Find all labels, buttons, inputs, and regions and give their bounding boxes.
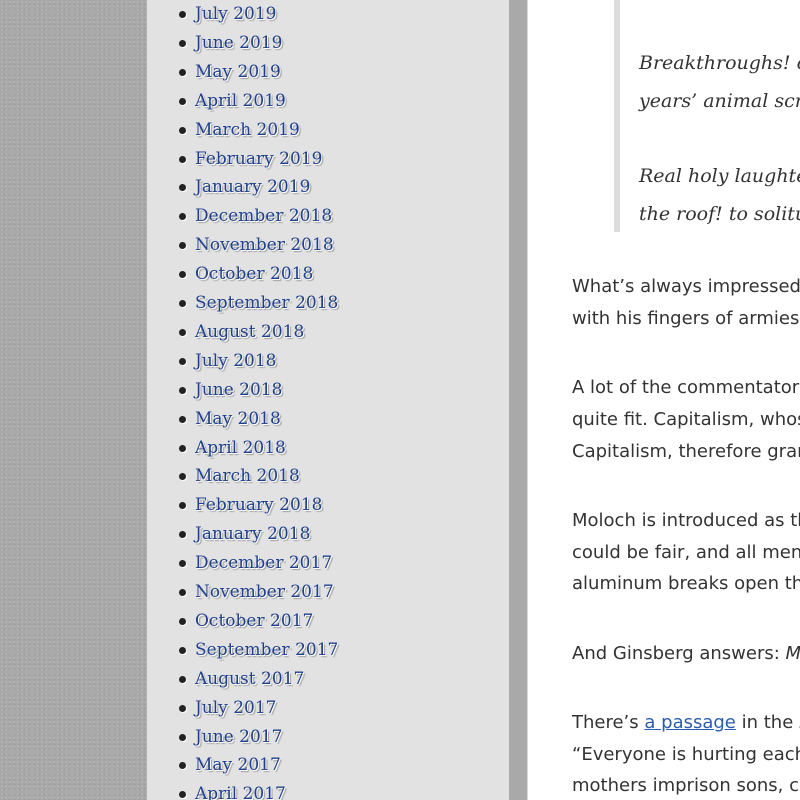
bullet-icon (179, 357, 186, 365)
article-content: Breakthroughs! ov years’ animal screa Re… (527, 0, 800, 800)
paragraph-text: There’s (572, 712, 645, 733)
bullet-icon (179, 675, 186, 683)
archive-month-link[interactable]: August 2017 (195, 665, 304, 694)
paragraph-line: Moloch is introduced as th (572, 510, 800, 531)
paragraph-line: mothers imprison sons, cl (572, 775, 800, 796)
archive-month-link[interactable]: July 2018 (195, 347, 276, 376)
archive-month-link[interactable]: December 2017 (195, 549, 332, 578)
archive-month-link[interactable]: August 2018 (195, 318, 304, 347)
archive-month-link[interactable]: April 2017 (195, 780, 286, 800)
bullet-icon (179, 155, 186, 163)
bullet-icon (179, 560, 186, 568)
archive-month-link[interactable]: June 2019 (195, 29, 282, 58)
bullet-icon (179, 762, 186, 770)
archive-month-link[interactable]: September 2017 (195, 636, 338, 665)
paragraph-line: There’s a passage in the P (572, 712, 800, 733)
archive-month-link[interactable]: June 2018 (195, 376, 282, 405)
bullet-icon (179, 328, 186, 336)
archive-month-link[interactable]: November 2018 (195, 231, 334, 260)
archive-month-link[interactable]: October 2017 (195, 607, 313, 636)
archive-month-link[interactable]: April 2018 (195, 434, 286, 463)
bullet-icon (179, 11, 186, 18)
bullet-icon (179, 184, 186, 192)
bullet-icon (179, 791, 186, 799)
archive-month-link[interactable]: May 2019 (195, 58, 281, 87)
bullet-icon (179, 733, 186, 741)
archive-sidebar: July 2019 June 2019 May 2019 April 2019 Marc… (147, 0, 510, 800)
bullet-icon (179, 617, 186, 625)
paragraph-line: Capitalism, therefore gran (572, 441, 800, 462)
column-gutter (509, 0, 527, 800)
bullet-icon (179, 704, 186, 712)
blockquote-border (614, 0, 620, 232)
bullet-icon (179, 473, 186, 481)
bullet-icon (179, 68, 186, 76)
archive-month-link[interactable]: February 2018 (195, 491, 322, 520)
quote-line: years’ animal screa (639, 90, 800, 112)
paragraph-text: And Ginsberg answers: (572, 643, 786, 664)
bullet-icon (179, 126, 186, 134)
bullet-icon (179, 444, 186, 452)
archive-month-link[interactable]: May 2017 (195, 751, 281, 780)
paragraph-line: What’s always impressed (572, 276, 800, 297)
bullet-icon (179, 39, 186, 47)
paragraph-line: “Everyone is hurting each (572, 744, 800, 765)
paragraph-line: aluminum breaks open th (572, 573, 800, 594)
archive-month-link[interactable]: December 2018 (195, 202, 332, 231)
archive-month-link[interactable]: July 2019 (195, 0, 276, 29)
bullet-icon (179, 271, 186, 279)
archive-month-link[interactable]: May 2018 (195, 405, 281, 434)
bullet-icon (179, 300, 186, 307)
archive-month-link[interactable]: June 2017 (195, 723, 282, 752)
archive-month-link[interactable]: March 2019 (195, 116, 300, 145)
bullet-icon (179, 415, 186, 423)
quote-line: Breakthroughs! ov (639, 52, 800, 74)
bullet-icon (179, 242, 186, 250)
bullet-icon (179, 646, 186, 654)
archive-month-link[interactable]: April 2019 (195, 87, 286, 116)
bullet-icon (179, 386, 186, 394)
bullet-icon (179, 213, 186, 221)
archive-month-link[interactable]: January 2018 (195, 520, 310, 549)
archive-month-link[interactable]: October 2018 (195, 260, 313, 289)
archive-month-link[interactable]: February 2019 (195, 145, 322, 174)
bullet-icon (179, 531, 186, 539)
paragraph-text: in the (735, 712, 800, 733)
bullet-icon (179, 502, 186, 510)
paragraph-line: And Ginsberg answers: Mo (572, 643, 800, 664)
quote-line: the roof! to solitud (639, 203, 800, 225)
archive-month-link[interactable]: March 2018 (195, 462, 300, 491)
bullet-icon (179, 97, 186, 105)
paragraph-line: could be fair, and all men (572, 542, 800, 563)
italic-text: Mo (785, 643, 800, 664)
quote-line: Real holy laughter (639, 165, 800, 187)
paragraph-line: with his fingers of armies (572, 308, 800, 329)
archive-month-link[interactable]: January 2019 (195, 173, 310, 202)
archive-month-link[interactable]: November 2017 (195, 578, 334, 607)
paragraph-line: A lot of the commentators (572, 377, 800, 398)
paragraph-line: quite fit. Capitalism, whos (572, 409, 800, 430)
archive-month-link[interactable]: July 2017 (195, 694, 276, 723)
archive-month-link[interactable]: September 2018 (195, 289, 338, 318)
bullet-icon (179, 589, 186, 596)
passage-link[interactable]: a passage (644, 712, 736, 733)
